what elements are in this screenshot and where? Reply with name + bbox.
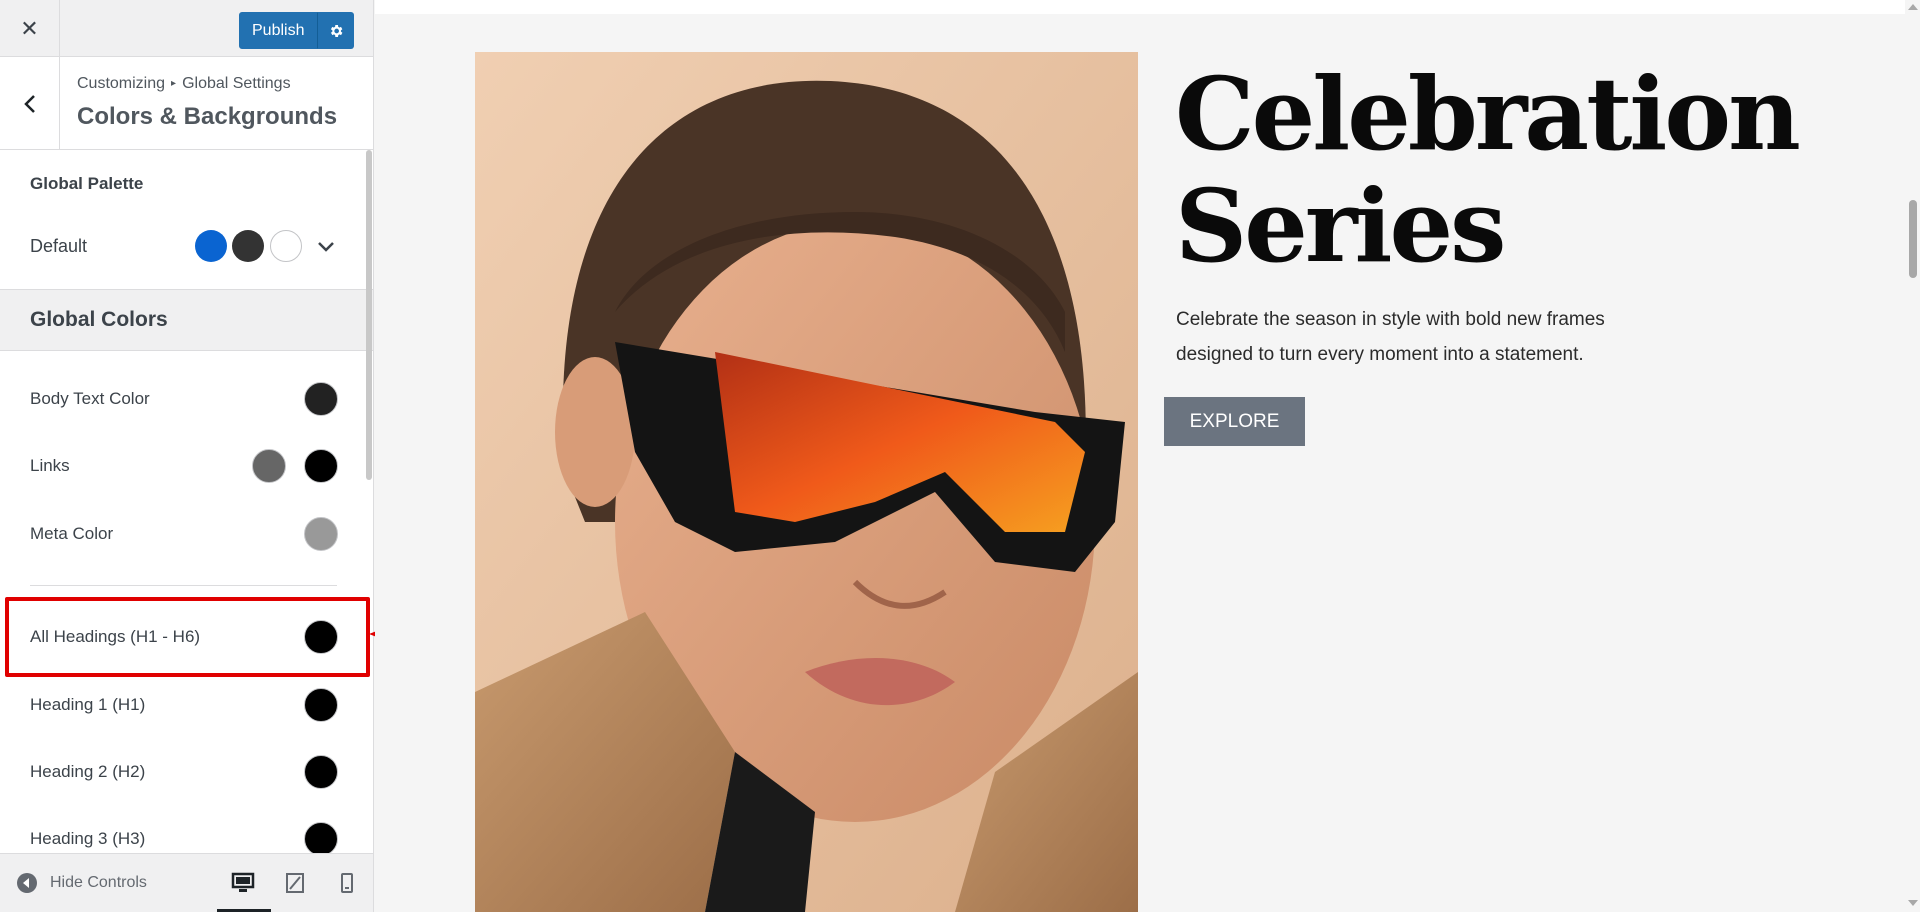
color-picker-swatch[interactable] — [304, 755, 338, 789]
collapse-arrow-icon — [17, 873, 37, 893]
customizer-topbar: ✕ Publish — [0, 0, 373, 57]
palette-swatch-dark — [232, 230, 264, 262]
color-row-label: Links — [30, 456, 70, 475]
global-palette-label: Global Palette — [30, 174, 144, 193]
preview-header-strip — [375, 0, 1905, 14]
color-row-label: Meta Color — [30, 524, 114, 543]
hero-description: Celebrate the season in style with bold … — [1176, 302, 1656, 372]
color-picker-swatch[interactable] — [304, 620, 338, 654]
hero-description-line: Celebrate the season in style with bold … — [1176, 309, 1605, 330]
color-row-label: Heading 1 (H1) — [30, 695, 146, 714]
hero-description-line: designed to turn every moment into a sta… — [1176, 344, 1584, 365]
scroll-down-arrow[interactable] — [1908, 900, 1918, 906]
chevron-down-icon[interactable] — [314, 234, 338, 258]
scroll-up-arrow[interactable] — [1908, 4, 1918, 10]
close-icon: ✕ — [20, 15, 39, 41]
palette-selector[interactable]: Default — [0, 226, 373, 266]
color-row-body-text: Body Text Color — [0, 375, 373, 423]
hero-heading-line: Celebration — [1175, 55, 1801, 173]
preview-mobile-button[interactable] — [332, 868, 362, 898]
site-preview: Celebration Series Celebrate the season … — [375, 0, 1920, 912]
chevron-left-icon — [23, 94, 35, 113]
global-colors-header: Global Colors — [0, 289, 373, 351]
divider — [30, 585, 337, 586]
customizer-footer: Hide Controls — [0, 853, 373, 912]
hide-controls-label: Hide Controls — [50, 874, 147, 891]
color-row-meta: Meta Color — [0, 510, 373, 558]
controls-panel: Global Palette Default Global Colors Bod… — [0, 150, 373, 853]
color-row-h3: Heading 3 (H3) — [0, 815, 373, 853]
color-row-links: Links — [0, 442, 373, 490]
sidebar-scrollbar[interactable] — [366, 150, 372, 480]
global-colors-title: Global Colors — [30, 308, 168, 331]
customizer-sidebar: ✕ Publish Customizing ▸ Global Settings Co… — [0, 0, 374, 912]
explore-button[interactable]: EXPLORE — [1164, 397, 1305, 446]
preview-scrollbar[interactable] — [1905, 0, 1920, 912]
breadcrumb: Customizing ▸ Global Settings — [77, 75, 291, 93]
color-picker-swatch[interactable] — [304, 517, 338, 551]
gear-icon — [330, 24, 343, 37]
close-customizer-button[interactable]: ✕ — [0, 0, 60, 57]
color-row-label: Heading 3 (H3) — [30, 829, 146, 848]
preview-tablet-button[interactable] — [280, 868, 310, 898]
color-picker-swatch[interactable] — [304, 449, 338, 483]
color-row-all-headings: All Headings (H1 - H6) — [0, 613, 373, 661]
hero-heading-line: Series — [1175, 167, 1506, 285]
mobile-icon — [341, 873, 353, 893]
back-button[interactable] — [0, 57, 60, 150]
section-header: Customizing ▸ Global Settings Colors & Bac… — [0, 57, 373, 150]
breadcrumb-parent: Global Settings — [182, 75, 291, 92]
preview-desktop-button[interactable] — [228, 868, 258, 898]
color-picker-swatch[interactable] — [304, 382, 338, 416]
desktop-icon — [231, 872, 255, 892]
hero-image — [475, 52, 1138, 912]
publish-settings-button[interactable] — [317, 12, 355, 49]
color-row-label: All Headings (H1 - H6) — [30, 627, 201, 646]
breadcrumb-separator: ▸ — [171, 78, 177, 89]
tablet-icon — [286, 873, 304, 893]
palette-swatch-blue — [195, 230, 227, 262]
color-picker-swatch[interactable] — [252, 449, 286, 483]
color-row-h1: Heading 1 (H1) — [0, 681, 373, 729]
color-row-label: Body Text Color — [30, 389, 150, 408]
hide-controls-button[interactable]: Hide Controls — [16, 872, 147, 894]
publish-button[interactable]: Publish — [239, 12, 318, 49]
palette-name: Default — [30, 236, 88, 256]
color-row-label: Heading 2 (H2) — [30, 762, 146, 781]
color-row-h2: Heading 2 (H2) — [0, 748, 373, 796]
section-title: Colors & Backgrounds — [77, 103, 338, 130]
palette-swatch-white — [270, 230, 302, 262]
breadcrumb-root: Customizing — [77, 75, 166, 92]
color-picker-swatch[interactable] — [304, 822, 338, 853]
hero-heading: Celebration Series — [1175, 58, 1815, 282]
publish-group: Publish — [239, 12, 355, 49]
color-picker-swatch[interactable] — [304, 688, 338, 722]
preview-scroll-thumb[interactable] — [1909, 200, 1917, 278]
